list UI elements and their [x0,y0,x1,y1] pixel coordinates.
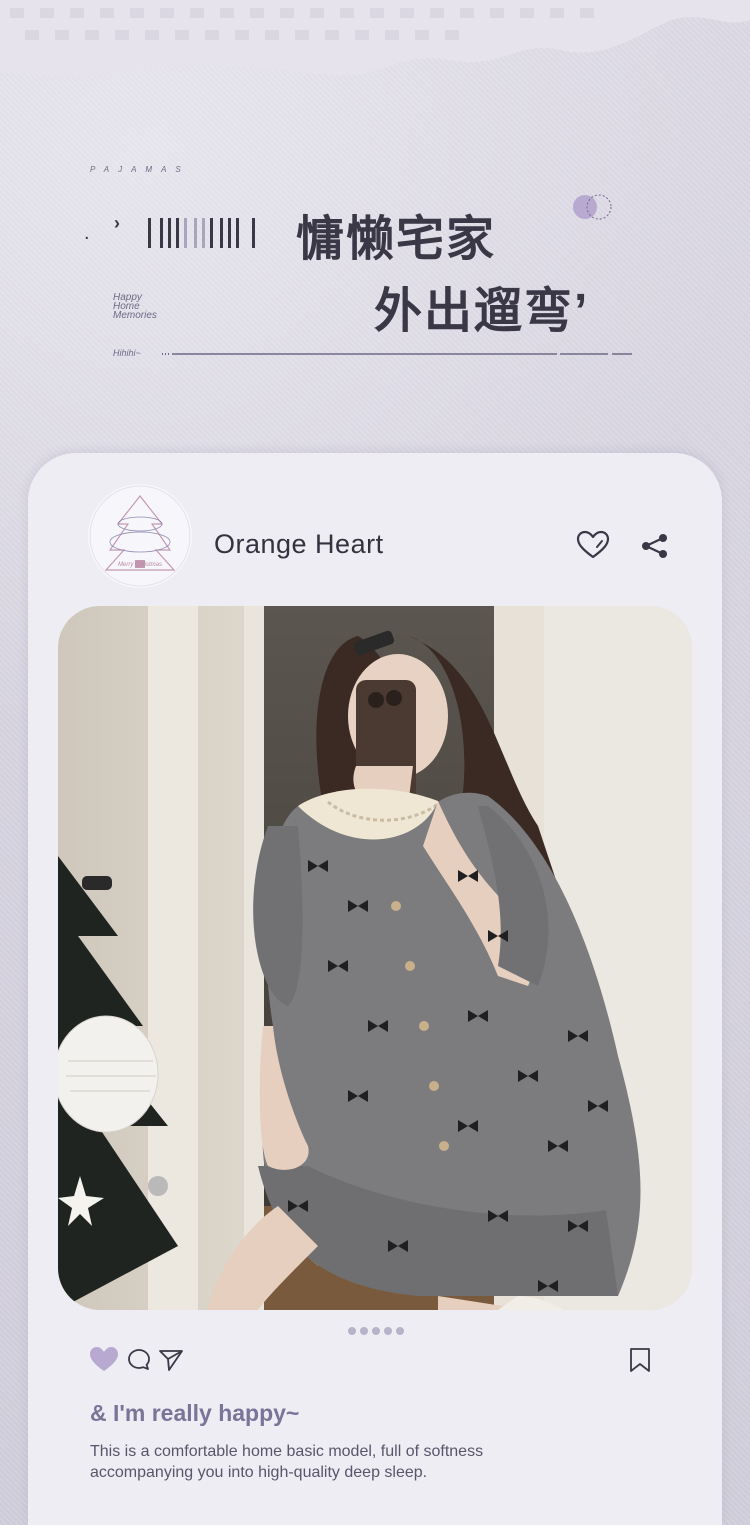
pajamas-tag: PAJAMAS [90,165,190,174]
christmas-tree-icon [89,485,191,587]
avatar-caption: Merry Christmas [117,562,162,568]
headline-line-2: 外出遛弯’ [374,285,590,338]
top-wave-decoration [0,0,750,77]
barcode-decoration [148,218,255,248]
post-description: This is a comfortable home basic model, … [90,1443,484,1481]
carousel-dot[interactable] [360,1327,368,1335]
share-icon[interactable] [639,531,671,561]
heart-filled-icon[interactable] [89,1346,119,1372]
account-name[interactable]: Orange Heart [214,529,384,560]
carousel-dot[interactable] [384,1327,392,1335]
divider-line [162,353,632,355]
carousel-dots[interactable] [348,1327,410,1337]
comment-icon[interactable] [127,1348,151,1372]
happy-home-memories: Happy Home Memories [113,293,193,321]
carousel-dot[interactable] [372,1327,380,1335]
happy-line: Memories [113,310,157,321]
carousel-dot[interactable] [396,1327,404,1335]
hihihi-label: Hihihi~ [113,348,141,358]
avatar[interactable]: Merry Christmas [88,484,192,588]
heart-outline-icon[interactable] [576,530,610,560]
pajama-model-photo [58,606,692,1310]
send-icon[interactable] [158,1348,184,1372]
dot-mark: . [84,222,90,244]
post-photo[interactable] [58,606,692,1310]
post-headline: & I'm really happy~ [90,1400,300,1426]
bookmark-icon[interactable] [628,1347,652,1373]
carousel-dot[interactable] [348,1327,356,1335]
chevron-right-icon: › [114,213,120,233]
moon-circles-icon [573,194,612,220]
headline-line-1: 慵懒宅家 [296,213,497,266]
